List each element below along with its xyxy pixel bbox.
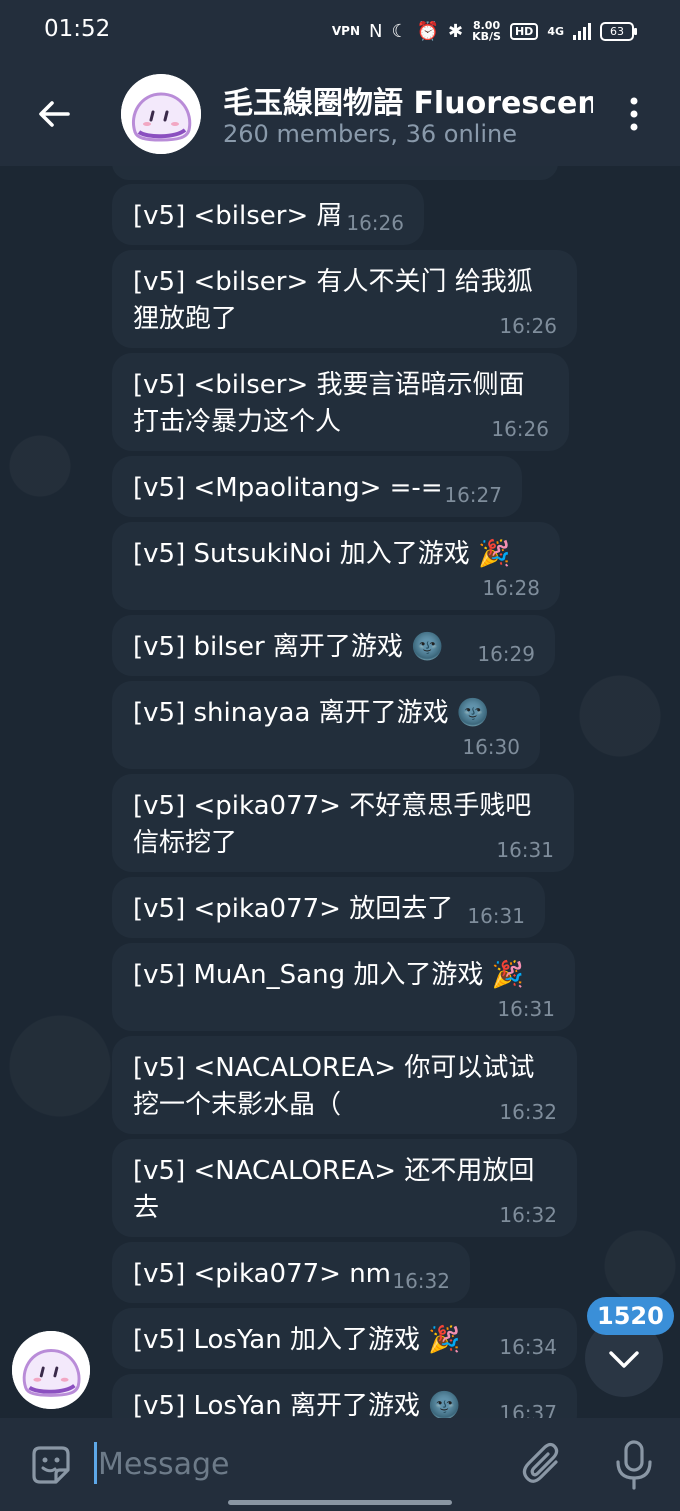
message-bubble[interactable]: [v5] <bilser> 屑 16:26 [112,184,424,245]
battery-icon: 63 [600,21,637,41]
new-moon-face-icon: 🌚 [456,698,490,728]
unread-count-badge[interactable]: 1520 [587,1297,674,1335]
message-text: [v5] LosYan 离开了游戏 🌚 [133,1388,557,1418]
message-text: [v5] <bilser> 我要言语暗示侧面 打击冷暴力这个人 [133,370,525,437]
group-avatar[interactable] [121,74,201,154]
message-time: 16:29 [477,642,535,666]
message-bubble[interactable]: [v5] <pika077> nm 16:32 [112,1242,470,1303]
message-time: 16:32 [392,1269,450,1293]
message-bubble[interactable]: [v5] shinayaa 离开了游戏 🌚 16:30 [112,681,540,769]
message-time: 16:26 [499,314,557,338]
chevron-down-icon [609,1351,639,1368]
message-text: [v5] <NACALOREA> 你可以试试 挖一个末影水晶（ [133,1053,535,1120]
message-bubble[interactable]: [v5] LosYan 加入了游戏 🎉 16:34 [112,1308,577,1369]
message-bubble[interactable]: [v5] <bilser> 有人不关门 给我狐 狸放跑了 16:26 [112,250,577,348]
message-text-content: [v5] bilser 离开了游戏 [133,632,412,662]
message-text-content: [v5] MuAn_Sang 加入了游戏 [133,960,492,990]
party-popper-icon: 🎉 [428,1325,461,1355]
message-list[interactable]: [v5] <bilser> 屑 16:26 [v5] <bilser> 有人不关… [0,166,680,1418]
network-speed: 8.00 KB/S [472,20,501,42]
sticker-button[interactable] [28,1442,74,1488]
sticker-icon [32,1446,70,1484]
message-text: [v5] bilser 离开了游戏 🌚 [133,629,535,666]
message-text: [v5] LosYan 加入了游戏 🎉 [133,1322,557,1359]
message-text: [v5] <NACALOREA> 还不用放回 去 [133,1156,535,1223]
microphone-icon [616,1440,652,1490]
more-vertical-icon [630,97,638,131]
party-popper-icon: 🎉 [491,960,524,990]
message-time: 16:31 [467,904,525,928]
message-text: [v5] shinayaa 离开了游戏 🌚 [133,695,520,732]
new-moon-face-icon: 🌚 [428,1391,461,1418]
message-bubble-partial [112,166,558,180]
message-time: 16:30 [462,735,520,759]
voice-record-button[interactable] [612,1438,656,1492]
message-text: [v5] <pika077> 不好意思手贱吧 信标挖了 [133,791,532,858]
message-time: 16:32 [499,1100,557,1124]
message-bubble[interactable]: [v5] <NACALOREA> 还不用放回 去 16:32 [112,1139,577,1237]
message-bubble[interactable]: [v5] <bilser> 我要言语暗示侧面 打击冷暴力这个人 16:26 [112,353,569,451]
mascot-icon [12,1331,90,1409]
arrow-left-icon [39,101,70,127]
message-text-content: [v5] LosYan 离开了游戏 [133,1391,429,1418]
back-button[interactable] [34,94,74,134]
message-bubble[interactable]: [v5] bilser 离开了游戏 🌚 16:29 [112,615,555,676]
message-text-content: [v5] shinayaa 离开了游戏 [133,698,457,728]
attach-button[interactable] [520,1440,566,1488]
party-popper-icon: 🎉 [478,539,511,569]
message-text-content: [v5] SutsukiNoi 加入了游戏 [133,539,479,569]
message-bubble[interactable]: [v5] SutsukiNoi 加入了游戏 🎉 16:28 [112,522,560,610]
message-time: 16:32 [499,1203,557,1227]
message-text: [v5] MuAn_Sang 加入了游戏 🎉 [133,957,555,994]
message-time: 16:26 [346,211,404,235]
status-bar: 01:52 VPN N ☾ ⏰ ✱ 8.00 KB/S HD 4G 63 [0,0,680,62]
home-indicator[interactable] [228,1500,452,1505]
message-text-content: [v5] LosYan 加入了游戏 [133,1325,429,1355]
message-time: 16:26 [491,417,549,441]
message-bubble[interactable]: [v5] MuAn_Sang 加入了游戏 🎉 16:31 [112,943,575,1031]
more-button[interactable] [618,94,650,134]
bluetooth-icon: ✱ [448,20,464,42]
message-text: [v5] SutsukiNoi 加入了游戏 🎉 [133,536,540,573]
new-moon-face-icon: 🌚 [411,632,444,662]
message-input[interactable] [96,1440,500,1488]
message-time: 16:31 [496,838,554,862]
status-time: 01:52 [44,16,111,42]
message-time: 16:28 [482,576,540,600]
chat-title[interactable]: 毛玉線圈物語 Fluorescent [223,78,593,122]
alarm-icon: ⏰ [416,20,440,42]
network-type: 4G [547,24,564,38]
message-bubble[interactable]: [v5] <pika077> 放回去了 16:31 [112,877,545,938]
message-time: 16:31 [497,997,555,1021]
message-bubble[interactable]: [v5] LosYan 离开了游戏 🌚 16:37 [112,1374,577,1418]
message-bubble[interactable]: [v5] <pika077> 不好意思手贱吧 信标挖了 16:31 [112,774,574,872]
hd-badge: HD [509,22,539,40]
message-time: 16:37 [499,1401,557,1418]
network-speed-unit: KB/S [472,30,501,43]
chat-header: 毛玉線圈物語 Fluorescent 260 members, 36 onlin… [0,62,680,166]
message-text: [v5] <pika077> 放回去了 [133,894,454,924]
battery-level: 63 [610,24,624,38]
mascot-icon [121,74,201,154]
chat-subtitle: 260 members, 36 online [223,120,517,148]
message-bubble[interactable]: [v5] <NACALOREA> 你可以试试 挖一个末影水晶（ 16:32 [112,1036,577,1134]
status-icons: VPN N ☾ ⏰ ✱ 8.00 KB/S HD 4G 63 [331,18,637,44]
message-text: [v5] <bilser> 有人不关门 给我狐 狸放跑了 [133,267,533,334]
message-bubble[interactable]: [v5] <Mpaolitang> =-= 16:27 [112,456,522,517]
paperclip-icon [522,1442,559,1483]
sender-avatar[interactable] [12,1331,90,1409]
signal-icon [573,22,591,40]
vpn-icon: VPN [331,24,360,38]
message-time: 16:34 [499,1335,557,1359]
composer-bar [0,1418,680,1511]
moon-icon: ☾ [391,20,408,42]
message-time: 16:27 [444,483,502,507]
nfc-icon: N [368,20,383,42]
